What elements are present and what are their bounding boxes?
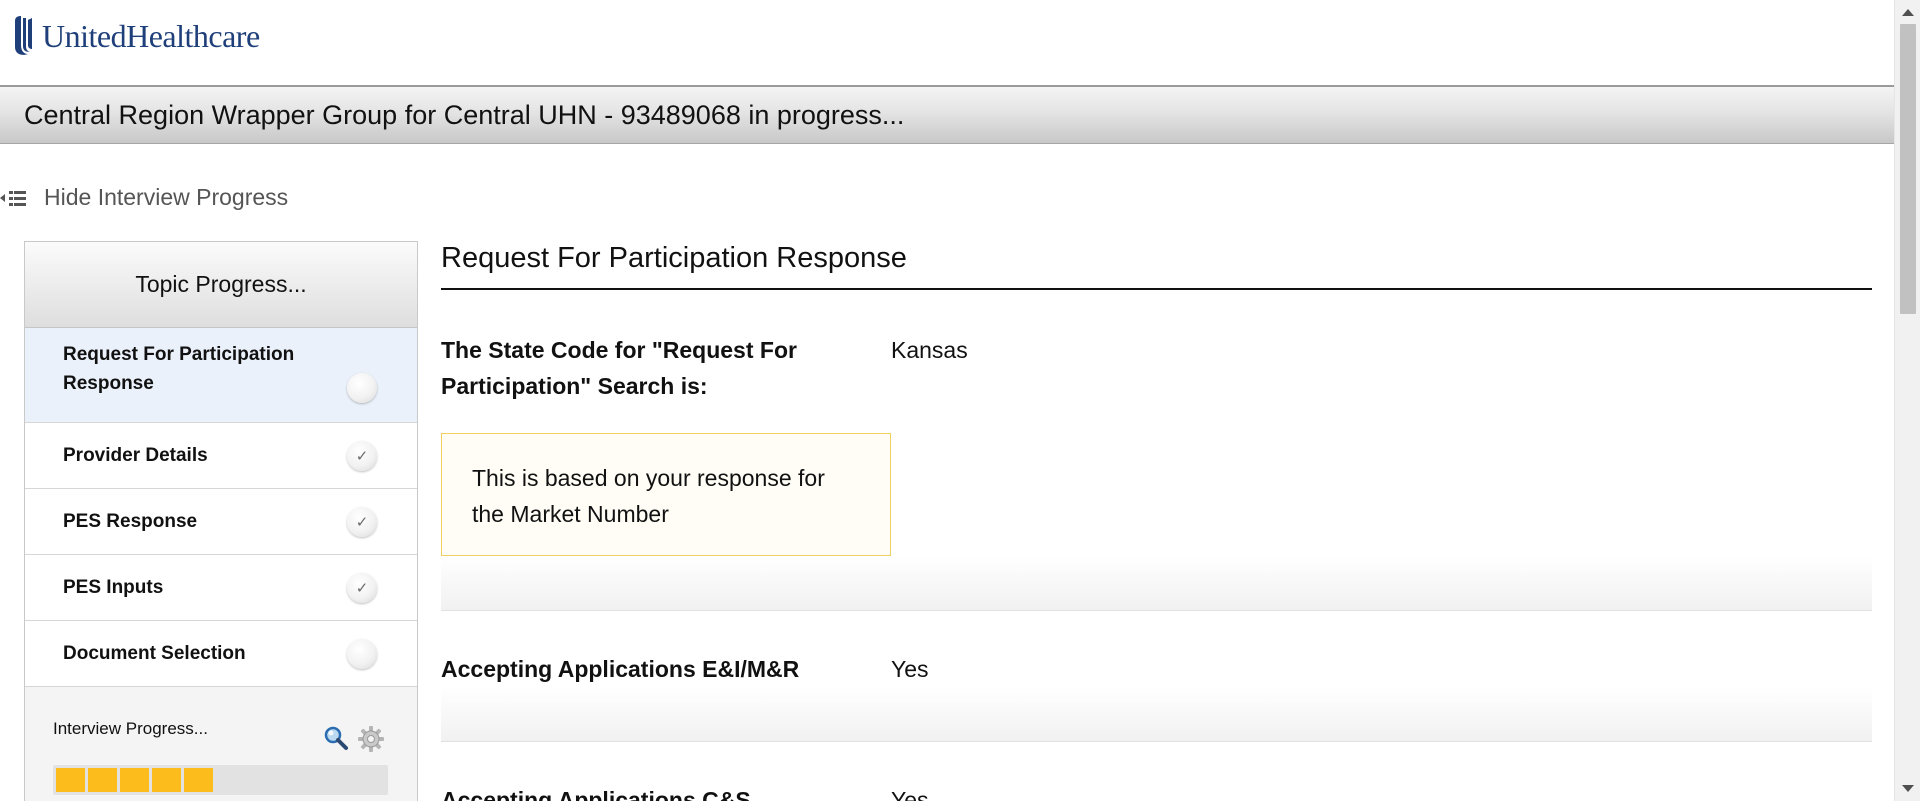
topic-label: PES Response — [63, 511, 198, 532]
progress-segment — [56, 768, 85, 792]
topic-item-pes-inputs[interactable]: PES Inputs ✓ — [25, 555, 417, 621]
scroll-up-arrow-icon[interactable] — [1902, 9, 1914, 16]
topic-label: Provider Details — [63, 445, 208, 466]
answer-value: Yes — [891, 787, 929, 801]
question-label: The State Code for "Request For Particip… — [441, 337, 797, 399]
status-circle-icon — [347, 373, 377, 403]
topic-item-request-for-participation-response[interactable]: Request For Participation Response — [25, 328, 417, 423]
page-title: Central Region Wrapper Group for Central… — [24, 100, 905, 130]
magnifier-icon[interactable] — [323, 725, 349, 751]
topic-progress-title: Topic Progress... — [135, 271, 307, 297]
topic-label: Document Selection — [63, 643, 246, 664]
checkmark-icon: ✓ — [347, 441, 377, 471]
page-scrollbar[interactable] — [1894, 0, 1920, 801]
row-divider — [441, 556, 1872, 611]
checkmark-icon: ✓ — [347, 573, 377, 603]
brand-logo-icon — [15, 16, 32, 55]
hide-interview-progress-label: Hide Interview Progress — [44, 184, 289, 210]
topic-label: PES Inputs — [63, 577, 164, 598]
brand-name: UnitedHealthcare — [42, 17, 260, 54]
question-label: Accepting Applications C&S — [441, 787, 751, 801]
interview-progress-section: Interview Progress... — [25, 687, 417, 801]
question-label: Accepting Applications E&I/M&R — [441, 656, 800, 682]
scrollbar-thumb[interactable] — [1900, 24, 1916, 314]
topic-label: Request For Participation Response — [63, 344, 295, 394]
checkmark-icon: ✓ — [347, 507, 377, 537]
unitedhealthcare-logo[interactable]: UnitedHealthcare — [12, 14, 260, 58]
gear-icon[interactable] — [357, 725, 385, 753]
section-title: Request For Participation Response — [441, 241, 1872, 290]
interview-progress-bar — [53, 765, 388, 795]
topic-progress-heading: Topic Progress... — [25, 242, 417, 328]
topic-progress-panel: Topic Progress... Request For Participat… — [24, 241, 418, 801]
hide-interview-progress-toggle[interactable]: Hide Interview Progress — [0, 184, 288, 211]
scroll-down-arrow-icon[interactable] — [1902, 785, 1914, 792]
page-title-bar: Central Region Wrapper Group for Central… — [0, 85, 1894, 144]
collapse-menu-icon — [0, 190, 26, 206]
answer-value: Yes — [891, 656, 929, 682]
progress-segment — [184, 768, 213, 792]
status-circle-icon — [347, 639, 377, 669]
top-header: UnitedHealthcare — [0, 0, 1894, 86]
progress-segment — [88, 768, 117, 792]
row-divider — [441, 687, 1872, 742]
progress-segment — [152, 768, 181, 792]
main-content: Request For Participation Response The S… — [441, 241, 1872, 801]
answer-value: Kansas — [891, 337, 968, 363]
info-note: This is based on your response for the M… — [441, 433, 891, 556]
interview-progress-label: Interview Progress... — [53, 719, 208, 738]
topic-item-pes-response[interactable]: PES Response ✓ — [25, 489, 417, 555]
topic-item-provider-details[interactable]: Provider Details ✓ — [25, 423, 417, 489]
topic-item-document-selection[interactable]: Document Selection — [25, 621, 417, 687]
progress-segment — [120, 768, 149, 792]
